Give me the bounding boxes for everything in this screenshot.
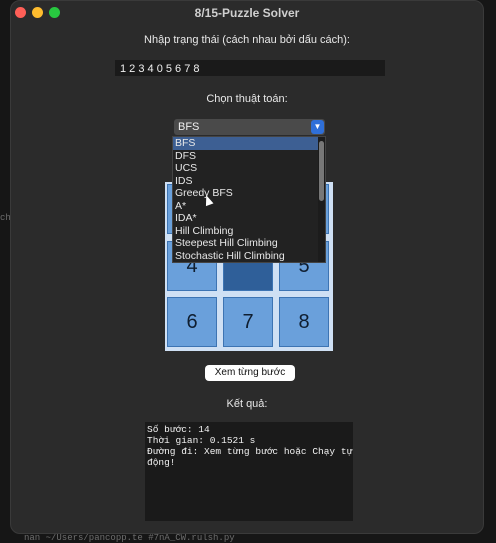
tile-label: 7 [242,310,254,333]
title-bar: 8/15-Puzzle Solver [11,1,483,25]
tile-label: 8 [298,310,310,333]
algorithm-selected-value: BFS [178,121,200,133]
app-window: 8/15-Puzzle Solver Nhập trạng thái (cách… [10,0,484,534]
algorithm-option[interactable]: UCS [173,162,325,175]
result-label: Kết quả: [226,398,268,410]
state-input[interactable]: 1 2 3 4 0 5 6 7 8 [115,60,385,76]
scrollbar-thumb[interactable] [319,141,324,201]
algorithm-option[interactable]: Stochastic Hill Climbing [173,250,325,263]
algorithm-label: Chọn thuật toán: [206,93,288,105]
puzzle-tile[interactable]: 6 [167,297,217,347]
minimize-window-button[interactable] [32,7,43,18]
state-input-label: Nhập trạng thái (cách nhau bởi dấu cách)… [144,34,350,46]
tile-label: 6 [186,310,198,333]
chevron-down-icon[interactable]: ▼ [311,120,324,134]
algorithm-option[interactable]: DFS [173,150,325,163]
algorithm-option[interactable]: BFS [173,137,325,150]
result-output[interactable]: Số bước: 14 Thời gian: 0.1521 s Đường đi… [145,422,353,521]
window-title: 8/15-Puzzle Solver [194,6,300,20]
algorithm-option[interactable]: Hill Climbing [173,225,325,238]
algorithm-option[interactable]: IDA* [173,212,325,225]
dropdown-scrollbar[interactable] [318,137,325,262]
maximize-window-button[interactable] [49,7,60,18]
algorithm-select[interactable]: BFS ▼ [174,119,325,135]
algorithm-dropdown-list[interactable]: BFS DFS UCS IDS Greedy BFS A* IDA* Hill … [172,136,326,263]
close-window-button[interactable] [15,7,26,18]
step-through-button[interactable]: Xem từng bước [205,365,295,381]
algorithm-option[interactable]: Steepest Hill Climbing [173,237,325,250]
algorithm-option[interactable]: Greedy BFS [173,187,325,200]
puzzle-tile[interactable]: 8 [279,297,329,347]
algorithm-option[interactable]: A* [173,200,325,213]
algorithm-option[interactable]: IDS [173,175,325,188]
puzzle-tile[interactable]: 7 [223,297,273,347]
